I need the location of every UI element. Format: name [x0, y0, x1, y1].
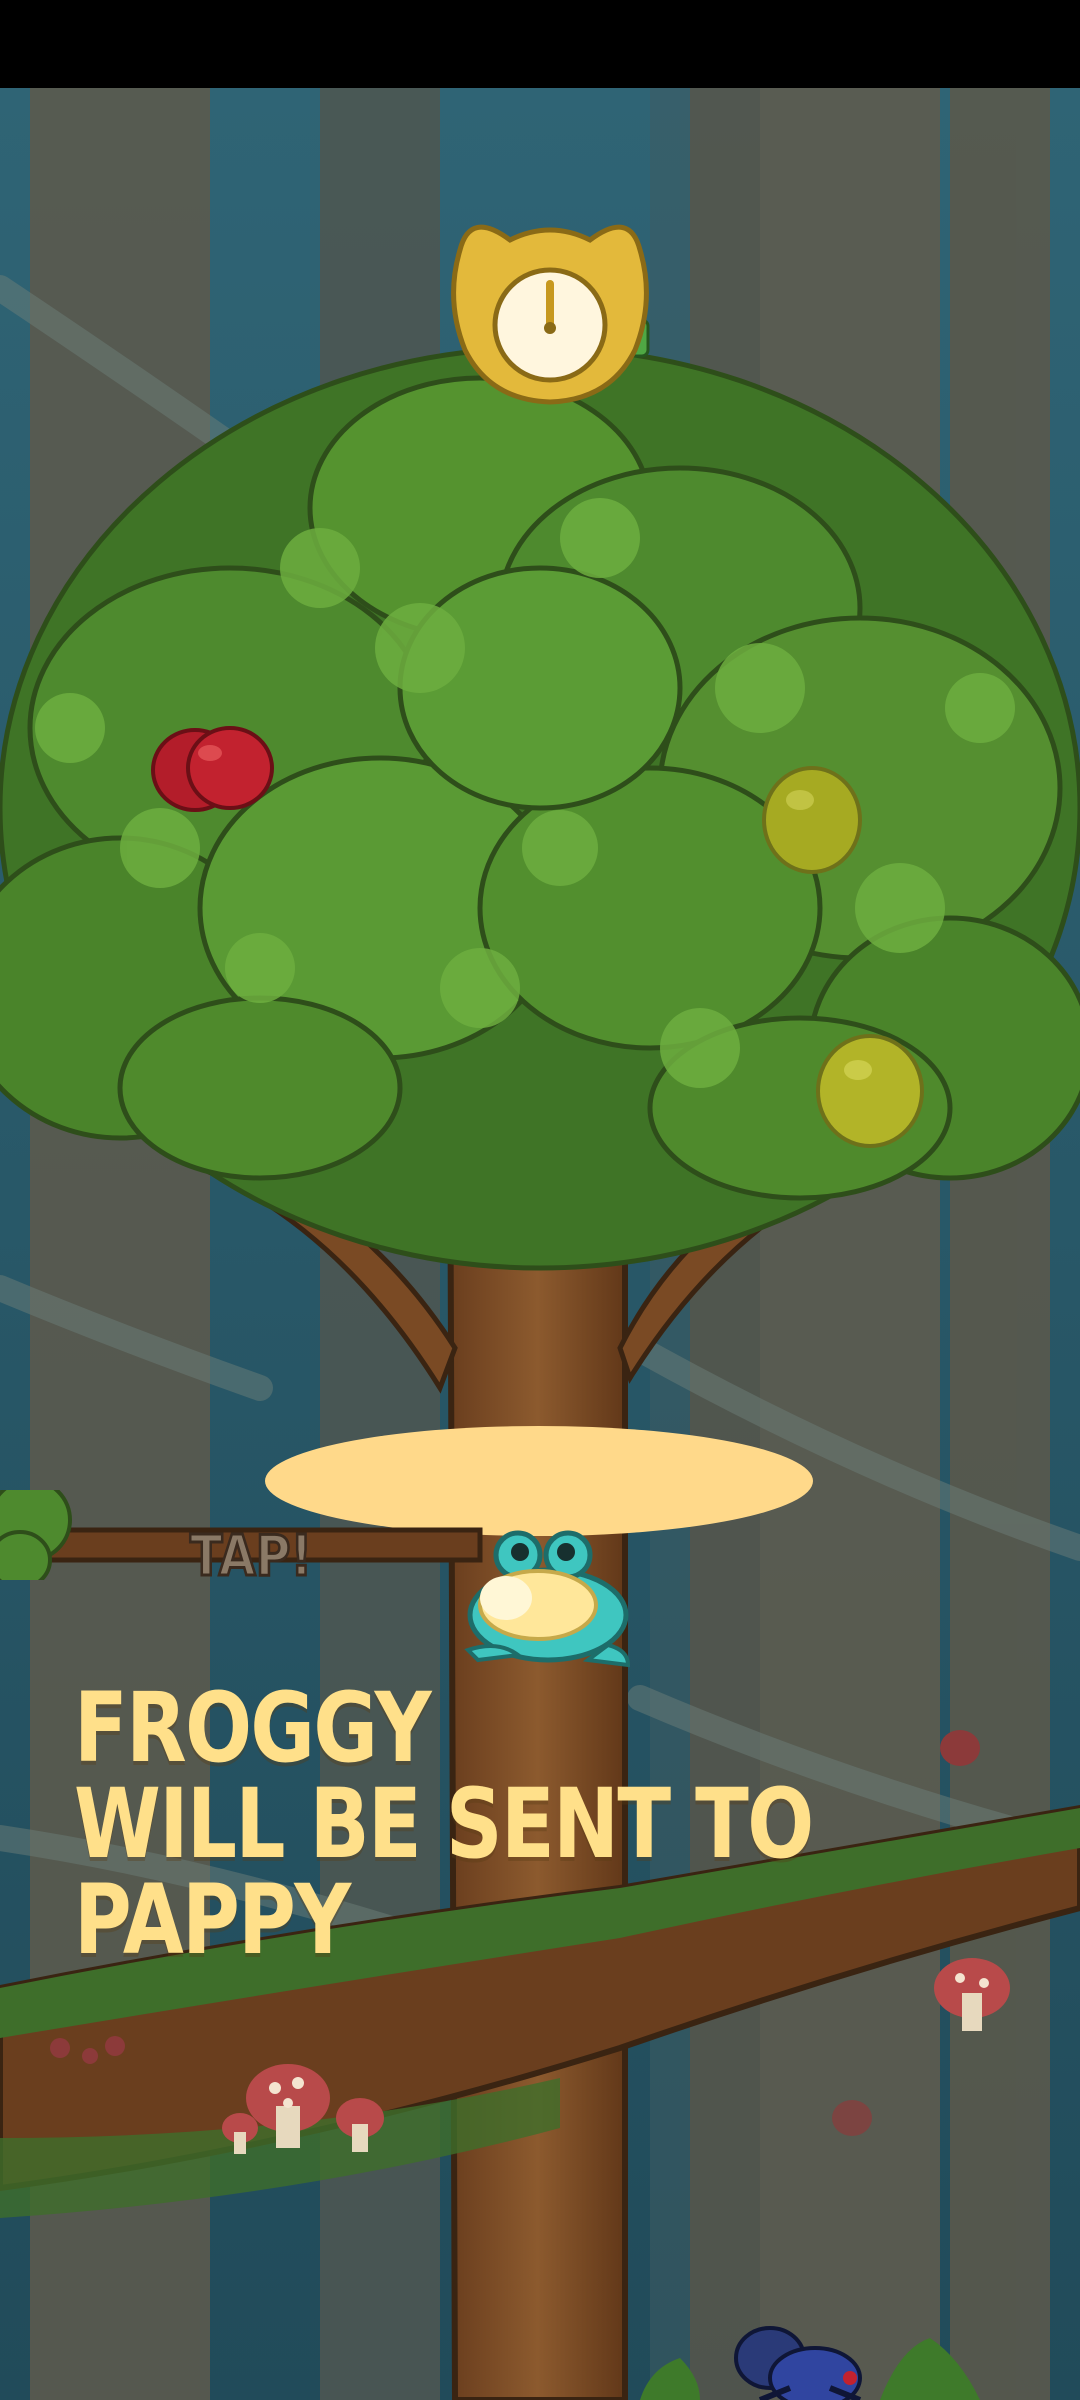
status-bar [0, 0, 1080, 88]
frog-character[interactable] [458, 1530, 638, 1670]
message-line-1: FROGGY [74, 1672, 432, 1784]
frog-icon [464, 1530, 631, 1668]
tree-canopy [0, 345, 1080, 1271]
game-screen[interactable]: TAP! FROGGY WILL BE SENT TO PAPPY [0, 0, 1080, 2400]
forest-scene [0, 88, 1080, 2400]
message-line-3: PAPPY [74, 1864, 351, 1976]
game-message: FROGGY WILL BE SENT TO PAPPY [74, 1680, 975, 1968]
stopwatch-timer-button[interactable] [440, 210, 660, 410]
message-line-2: WILL BE SENT TO [74, 1768, 814, 1880]
stopwatch-icon [451, 224, 650, 405]
yellow-pear-fruit-2 [816, 1034, 924, 1148]
yellow-pear-fruit-1 [762, 766, 862, 874]
tap-hint-label: TAP! [189, 1523, 314, 1591]
red-apple-fruit [151, 726, 274, 812]
